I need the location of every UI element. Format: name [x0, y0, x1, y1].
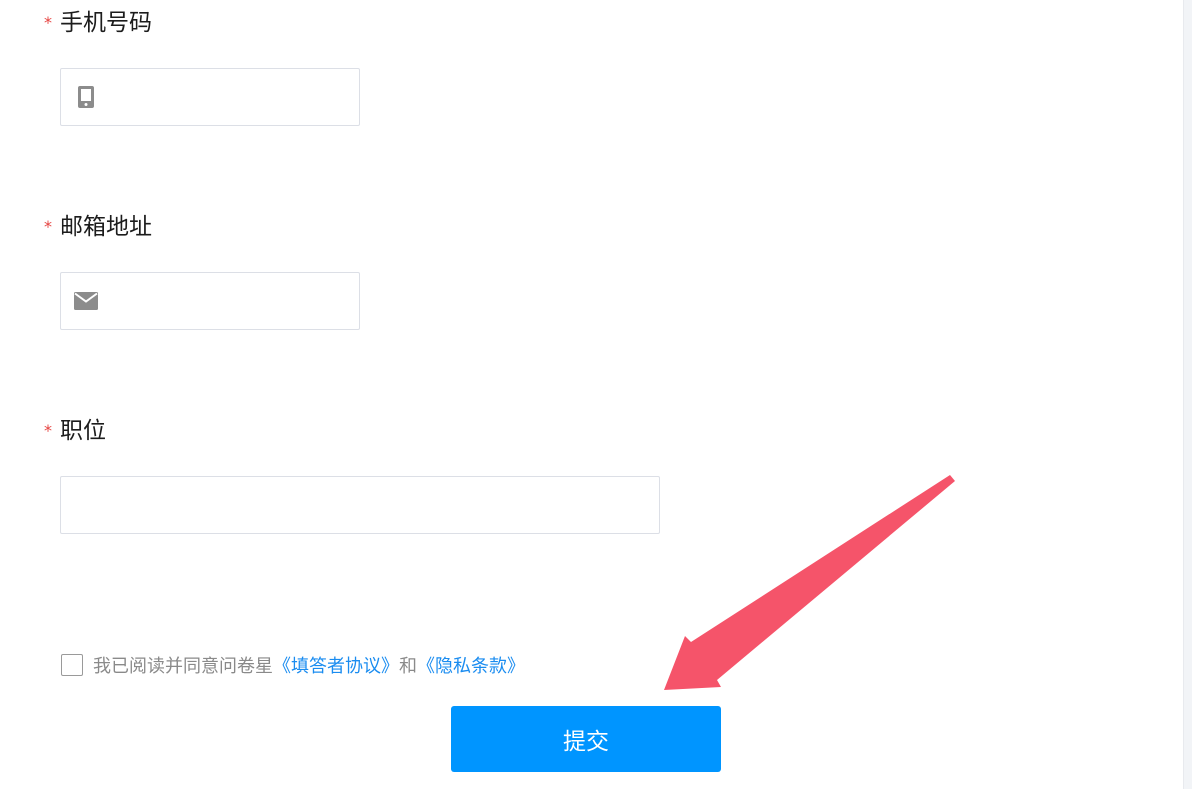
- agreement-joiner: 和: [399, 656, 417, 677]
- respondent-agreement-link[interactable]: 《填答者协议》: [273, 652, 399, 678]
- question-position-text: 职位: [60, 418, 106, 444]
- question-email-text: 邮箱地址: [60, 214, 152, 240]
- email-input[interactable]: [98, 273, 359, 329]
- required-asterisk: *: [44, 217, 52, 236]
- question-position-label: * 职位: [44, 416, 106, 446]
- question-phone-text: 手机号码: [60, 10, 152, 36]
- phone-field[interactable]: [60, 68, 360, 126]
- mobile-phone-icon: [74, 85, 98, 109]
- required-asterisk: *: [44, 421, 52, 440]
- envelope-icon: [74, 289, 98, 313]
- position-input[interactable]: [61, 477, 659, 533]
- required-asterisk: *: [44, 13, 52, 32]
- survey-form-page: * 手机号码 * 邮箱地址 * 职位 我已阅读并同意问卷星 《填答者协议》 和 …: [0, 0, 1192, 789]
- agreement-text: 我已阅读并同意问卷星: [93, 656, 273, 677]
- question-phone-label: * 手机号码: [44, 8, 152, 38]
- email-field[interactable]: [60, 272, 360, 330]
- privacy-policy-link[interactable]: 《隐私条款》: [417, 652, 525, 678]
- submit-button[interactable]: 提交: [451, 706, 721, 772]
- position-field[interactable]: [60, 476, 660, 534]
- agreement-checkbox[interactable]: [61, 654, 83, 676]
- agreement-row: 我已阅读并同意问卷星 《填答者协议》 和 《隐私条款》: [61, 652, 525, 678]
- question-email-label: * 邮箱地址: [44, 212, 152, 242]
- phone-input[interactable]: [98, 69, 359, 125]
- scrollbar-track[interactable]: [1183, 0, 1192, 789]
